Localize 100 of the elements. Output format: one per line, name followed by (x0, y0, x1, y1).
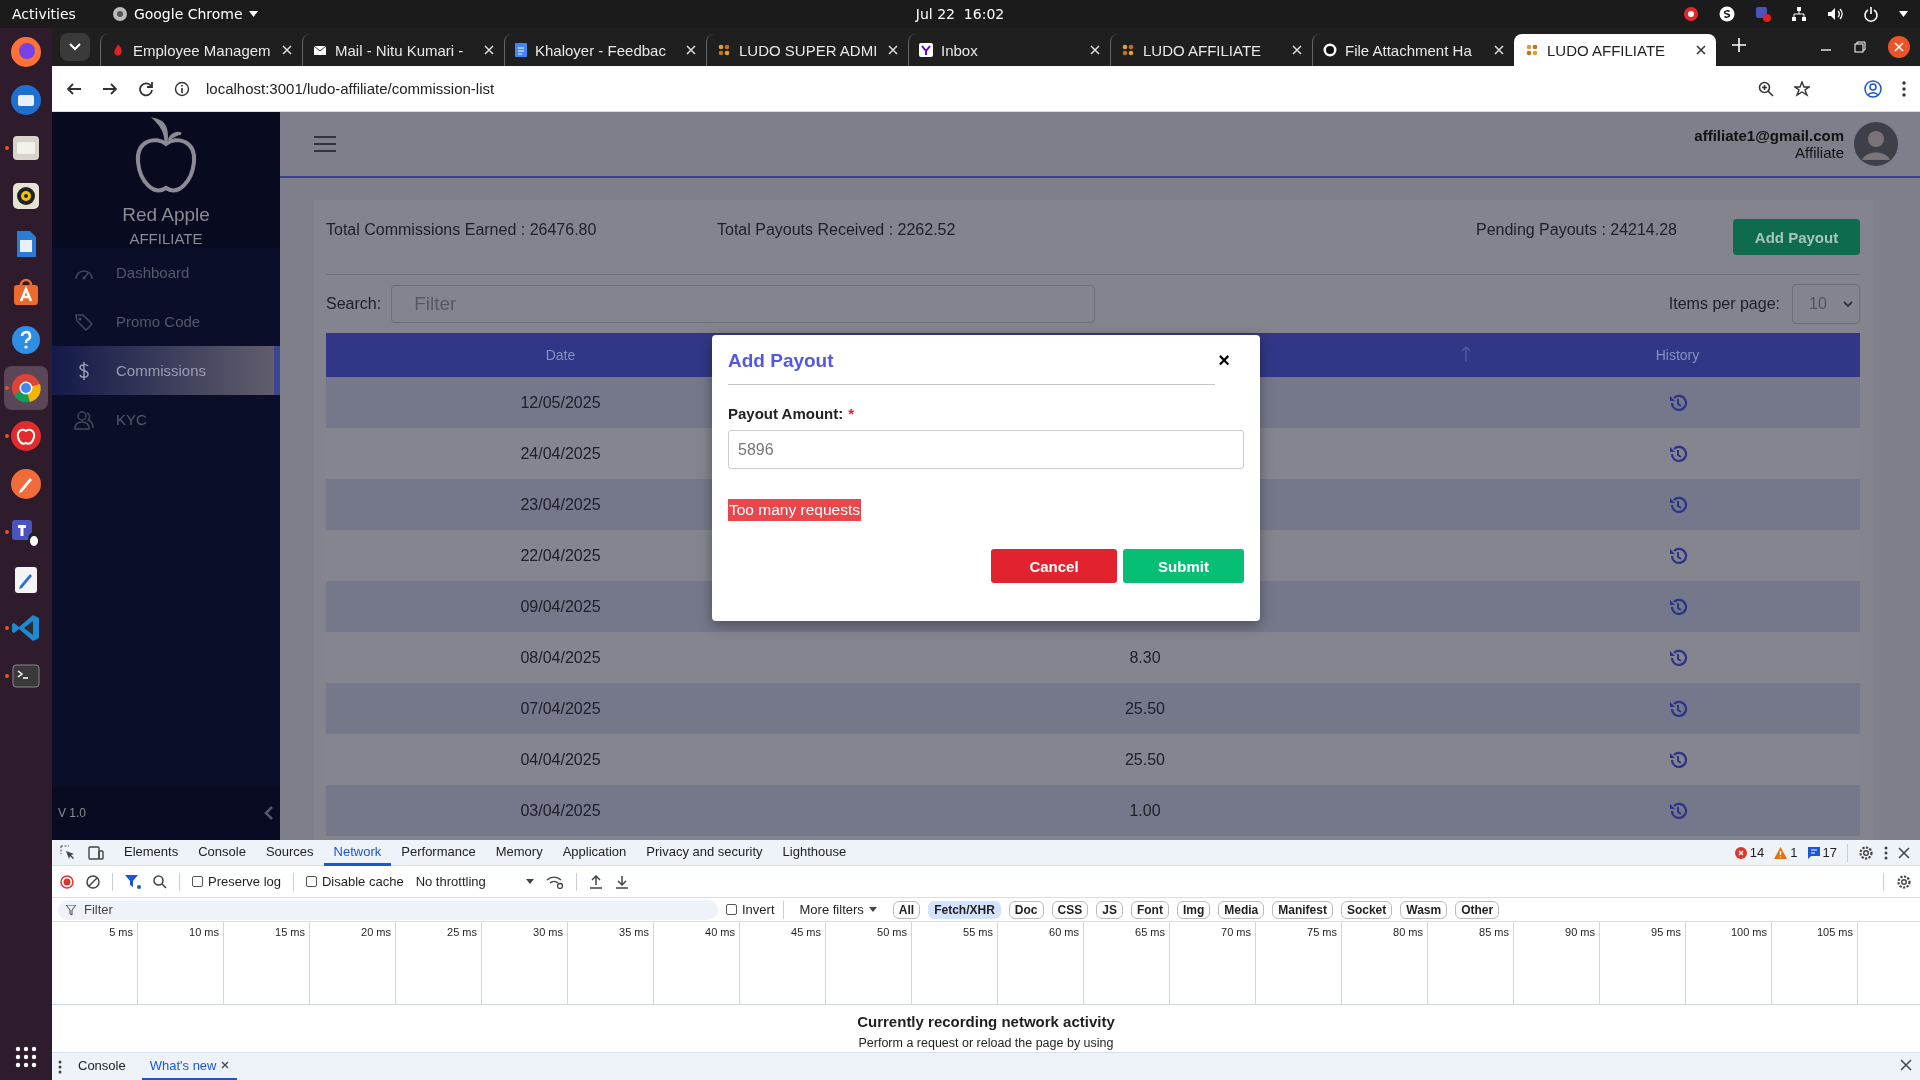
type-filter-chip[interactable]: Manifest (1272, 900, 1333, 919)
dock-item[interactable] (2, 364, 50, 412)
payout-amount-field[interactable]: 5896 (728, 430, 1244, 469)
type-filter-chip[interactable]: Doc (1008, 900, 1044, 919)
tab-search-button[interactable] (60, 33, 90, 61)
caret-icon[interactable] (1899, 11, 1908, 17)
profile-icon[interactable] (1864, 79, 1882, 98)
error-count[interactable]: 14 (1749, 845, 1765, 860)
history-icon[interactable] (1667, 749, 1688, 770)
devtools-tab[interactable]: Application (552, 839, 637, 866)
type-filter-chip[interactable]: Media (1218, 900, 1265, 919)
help-icon[interactable] (10, 324, 42, 356)
devtools-tab[interactable]: Console (188, 839, 256, 866)
pen-icon[interactable] (10, 468, 42, 500)
activities-button[interactable]: Activities (12, 6, 76, 22)
history-icon[interactable] (1667, 596, 1688, 617)
network-icon[interactable] (1791, 6, 1807, 22)
restore-icon[interactable] (1854, 41, 1866, 53)
download-icon[interactable] (614, 874, 629, 889)
devtools-tab[interactable]: Elements (114, 839, 189, 866)
skype-icon[interactable] (1719, 6, 1735, 22)
close-icon[interactable] (1900, 1059, 1912, 1071)
devtools-tab[interactable]: Privacy and security (636, 839, 773, 866)
type-filter-chip[interactable]: Wasm (1400, 900, 1448, 919)
history-icon[interactable] (1667, 545, 1688, 566)
more-icon[interactable] (58, 1059, 62, 1074)
clock[interactable]: Jul 22 16:02 (915, 6, 1005, 22)
nav-item[interactable]: Commissions (52, 346, 280, 395)
disable-cache-checkbox[interactable] (306, 876, 317, 887)
settings-icon[interactable] (1858, 844, 1874, 861)
history-icon[interactable] (1667, 494, 1688, 515)
app-menu[interactable]: Google Chrome (111, 6, 258, 22)
close-icon[interactable] (220, 1061, 229, 1069)
clear-icon[interactable] (86, 874, 100, 889)
browser-icon[interactable] (10, 36, 42, 68)
mail-icon[interactable] (10, 84, 42, 116)
browser-icon[interactable] (10, 372, 42, 404)
collapse-icon[interactable] (264, 805, 274, 821)
code-editor-icon[interactable] (10, 612, 42, 644)
more-filters-dropdown[interactable]: More filters (799, 902, 877, 917)
upload-icon[interactable] (588, 874, 603, 889)
throttling-dropdown[interactable]: No throttling (415, 874, 534, 889)
devtools-tab[interactable]: Network (323, 839, 392, 866)
checkbox-label[interactable]: Disable cache (322, 874, 404, 889)
inspect-icon[interactable] (60, 844, 76, 861)
type-filter-chip[interactable]: Fetch/XHR (928, 900, 1001, 919)
devtools-tab[interactable]: Memory (485, 839, 553, 866)
filter-icon[interactable] (125, 874, 141, 889)
close-icon[interactable] (1696, 45, 1706, 55)
checkbox-label[interactable]: Preserve log (208, 874, 281, 889)
settings-icon[interactable] (1896, 873, 1912, 890)
type-filter-chip[interactable]: Other (1455, 900, 1500, 919)
history-icon[interactable] (1667, 443, 1688, 464)
address-bar[interactable]: localhost:3001/ludo-affiliate/commission-list (206, 80, 495, 97)
history-icon[interactable] (1667, 392, 1688, 413)
browser-tab[interactable]: LUDO AFFILIATE (1514, 34, 1716, 66)
avatar[interactable] (1854, 122, 1898, 166)
close-icon[interactable] (1898, 846, 1910, 859)
forward-icon[interactable] (102, 80, 118, 97)
volume-icon[interactable] (1827, 6, 1843, 22)
plus-icon[interactable] (1732, 38, 1746, 52)
type-filter-chip[interactable]: Img (1176, 900, 1211, 919)
device-icon[interactable] (88, 844, 104, 861)
checkbox-label[interactable]: Invert (742, 902, 775, 917)
preserve-log-checkbox[interactable] (192, 876, 203, 887)
devtools-tab[interactable]: Lighthouse (772, 839, 857, 866)
warning-count[interactable]: 1 (1790, 845, 1798, 860)
more-icon[interactable] (1884, 845, 1888, 860)
message-count[interactable]: 17 (1822, 845, 1837, 860)
drawer-tab[interactable]: What's new (141, 1052, 237, 1080)
power-icon[interactable] (1863, 6, 1879, 22)
type-filter-chip[interactable]: Socket (1340, 900, 1393, 919)
devtools-tab[interactable]: Sources (255, 839, 324, 866)
wifi-settings-icon[interactable] (545, 874, 564, 889)
type-filter-chip[interactable]: CSS (1051, 900, 1089, 919)
search-icon[interactable] (153, 874, 167, 889)
filter-field[interactable]: Filter (58, 899, 718, 920)
zoom-icon[interactable] (1758, 80, 1774, 97)
drawer-tab[interactable]: Console (70, 1052, 134, 1080)
type-filter-chip[interactable]: All (892, 900, 921, 919)
apple-icon[interactable] (10, 420, 42, 452)
apps-grid-icon[interactable] (15, 1046, 37, 1068)
close-icon[interactable] (1888, 36, 1910, 58)
reload-icon[interactable] (138, 80, 154, 97)
invert-checkbox[interactable] (726, 904, 737, 915)
type-filter-chip[interactable]: JS (1096, 900, 1123, 919)
history-icon[interactable] (1667, 800, 1688, 821)
info-icon[interactable] (174, 80, 190, 97)
record-icon[interactable] (1683, 6, 1699, 22)
back-icon[interactable] (66, 80, 82, 97)
speaker-icon[interactable] (10, 180, 42, 212)
add-payout-button[interactable]: Add Payout (1733, 219, 1860, 255)
devtools-tab[interactable]: Performance (391, 839, 486, 866)
star-icon[interactable] (1794, 80, 1810, 97)
type-filter-chip[interactable]: Font (1130, 900, 1169, 919)
cancel-button[interactable]: Cancel (991, 549, 1117, 583)
history-icon[interactable] (1667, 698, 1688, 719)
menu-icon[interactable] (1902, 80, 1906, 97)
close-button[interactable]: × (1214, 349, 1234, 372)
history-icon[interactable] (1667, 647, 1688, 668)
